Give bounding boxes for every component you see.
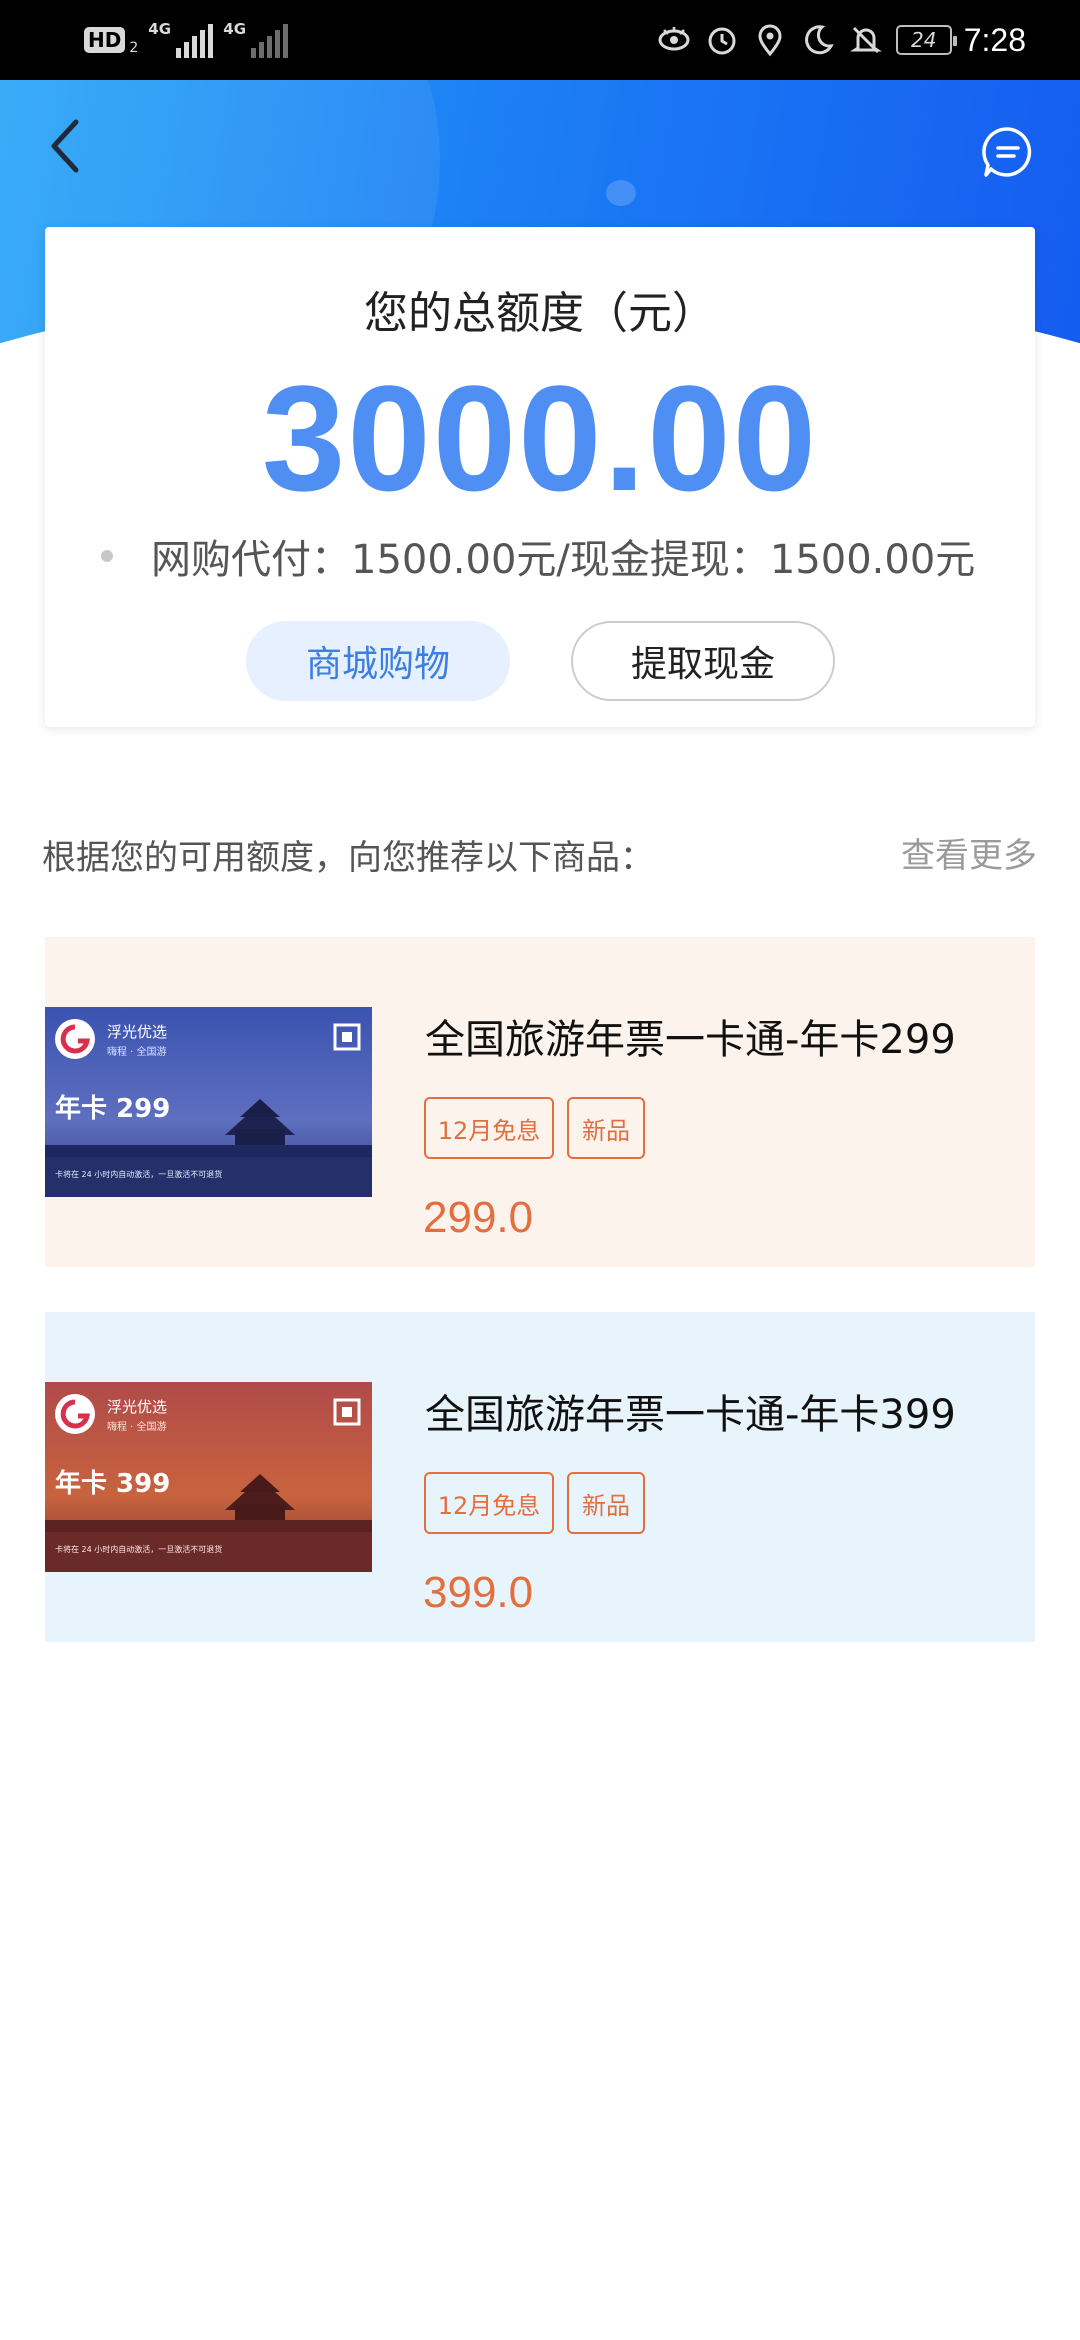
product-item[interactable]: 浮光优选 嗨程 · 全国游 年卡 299 卡将在 24 小时内自动激活，一旦激活… (45, 937, 1035, 1267)
card-label: 年卡 399 (55, 1468, 170, 1499)
annual-card-image: 浮光优选 嗨程 · 全国游 年卡 299 卡将在 24 小时内自动激活，一旦激活… (45, 1007, 372, 1197)
status-bar: HD 2 4G 4G 24 7:28 (0, 0, 1080, 80)
back-button[interactable] (40, 112, 90, 182)
annual-card-image: 浮光优选 嗨程 · 全国游 年卡 399 卡将在 24 小时内自动激活，一旦激活… (45, 1382, 372, 1572)
product-image: 浮光优选 嗨程 · 全国游 年卡 399 卡将在 24 小时内自动激活，一旦激活… (45, 1382, 372, 1572)
clock-time: 7:28 (963, 21, 1026, 58)
card-label: 年卡 299 (55, 1093, 170, 1124)
tag-new: 新品 (567, 1472, 645, 1534)
bell-off-icon (849, 26, 882, 54)
status-left: HD 2 4G 4G (84, 0, 289, 80)
signal-icon: 4G (148, 20, 214, 58)
alarm-icon (708, 27, 736, 55)
recommend-title: 根据您的可用额度，向您推荐以下商品： (42, 838, 654, 878)
tag-new: 新品 (567, 1097, 645, 1159)
tag-interest-free: 12月免息 (424, 1097, 554, 1159)
message-button[interactable] (980, 124, 1036, 180)
product-price: 399.0 (423, 1568, 534, 1617)
hd-sub-label: 2 (129, 40, 139, 56)
tag-interest-free: 12月免息 (424, 1472, 554, 1534)
signal-icon-2: 4G (223, 20, 289, 58)
product-name: 全国旅游年票一卡通-年卡399 (425, 1392, 956, 1438)
view-more-link[interactable]: 查看更多 (901, 828, 1037, 877)
mall-shopping-button[interactable]: 商城购物 (246, 621, 510, 701)
bullet-dot (101, 550, 113, 562)
eye-icon (658, 27, 690, 51)
location-icon (758, 24, 782, 57)
card-brand: 浮光优选 (107, 1023, 167, 1041)
product-item[interactable]: 浮光优选 嗨程 · 全国游 年卡 399 卡将在 24 小时内自动激活，一旦激活… (45, 1312, 1035, 1642)
credit-detail-text: 网购代付：1500.00元/现金提现：1500.00元 (151, 537, 976, 583)
product-name: 全国旅游年票一卡通-年卡299 (425, 1017, 956, 1063)
credit-detail: 网购代付：1500.00元/现金提现：1500.00元 (101, 527, 975, 585)
chevron-left-icon (51, 119, 79, 173)
product-image: 浮光优选 嗨程 · 全国游 年卡 299 卡将在 24 小时内自动激活，一旦激活… (45, 1007, 372, 1197)
battery-icon: 24 (895, 25, 957, 55)
card-sub: 嗨程 · 全国游 (107, 1420, 167, 1433)
credit-title: 您的总额度（元） (364, 288, 716, 339)
card-note: 卡将在 24 小时内自动激活，一旦激活不可退货 (55, 1544, 222, 1554)
card-note: 卡将在 24 小时内自动激活，一旦激活不可退货 (55, 1169, 222, 1179)
withdraw-cash-button[interactable]: 提取现金 (571, 621, 835, 701)
hd-icon: HD (84, 27, 126, 53)
moon-icon (804, 25, 834, 55)
credit-amount: 3000.00 (261, 354, 819, 522)
network-type-label-2: 4G (223, 20, 247, 38)
card-sub: 嗨程 · 全国游 (107, 1045, 167, 1058)
product-price: 299.0 (423, 1193, 534, 1242)
network-type-label: 4G (148, 20, 172, 38)
status-right: 24 7:28 (656, 0, 1026, 80)
card-brand: 浮光优选 (107, 1398, 167, 1416)
message-icon (982, 127, 1032, 177)
credit-card-panel: 您的总额度（元） 3000.00 网购代付：1500.00元/现金提现：1500… (45, 227, 1035, 727)
hero-dot-decoration (606, 180, 636, 206)
